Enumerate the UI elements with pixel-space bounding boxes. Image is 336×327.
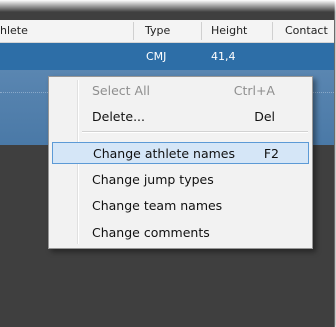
cell-type: CMJ <box>146 50 167 63</box>
menu-item-change-jump-types[interactable]: Change jump types <box>52 169 309 191</box>
table-header: hlete Type Height Contact <box>0 20 334 43</box>
menu-item-change-team-names[interactable]: Change team names <box>52 195 309 217</box>
menu-item-label: Change comments <box>92 225 210 240</box>
column-header-contact[interactable]: Contact <box>285 20 328 42</box>
menu-item-label: Change athlete names <box>93 146 236 161</box>
cell-height: 41,4 <box>211 50 236 63</box>
column-header-type[interactable]: Type <box>145 20 170 42</box>
column-divider[interactable] <box>272 22 273 40</box>
top-fade <box>0 0 336 12</box>
menu-item-delete[interactable]: Delete... Del <box>52 106 309 128</box>
column-header-athlete[interactable]: hlete <box>0 20 28 42</box>
column-header-height[interactable]: Height <box>211 20 247 42</box>
menu-item-shortcut: Ctrl+A <box>233 83 275 98</box>
menu-item-label: Delete... <box>92 109 145 124</box>
menu-item-select-all[interactable]: Select All Ctrl+A <box>52 80 309 102</box>
menu-item-change-comments[interactable]: Change comments <box>52 222 309 244</box>
menu-item-shortcut: F2 <box>263 146 279 161</box>
context-menu: Select All Ctrl+A Delete... Del Change a… <box>48 76 313 249</box>
menu-separator <box>82 131 308 133</box>
menu-item-label: Change team names <box>92 198 223 213</box>
table-row[interactable]: CMJ 41,4 <box>0 43 334 70</box>
menu-item-shortcut: Del <box>254 109 275 124</box>
column-divider[interactable] <box>201 22 202 40</box>
column-divider[interactable] <box>133 22 134 40</box>
menu-item-change-athlete-names[interactable]: Change athlete names F2 <box>52 142 309 164</box>
menu-item-label: Change jump types <box>92 172 214 187</box>
menu-item-label: Select All <box>92 83 151 98</box>
